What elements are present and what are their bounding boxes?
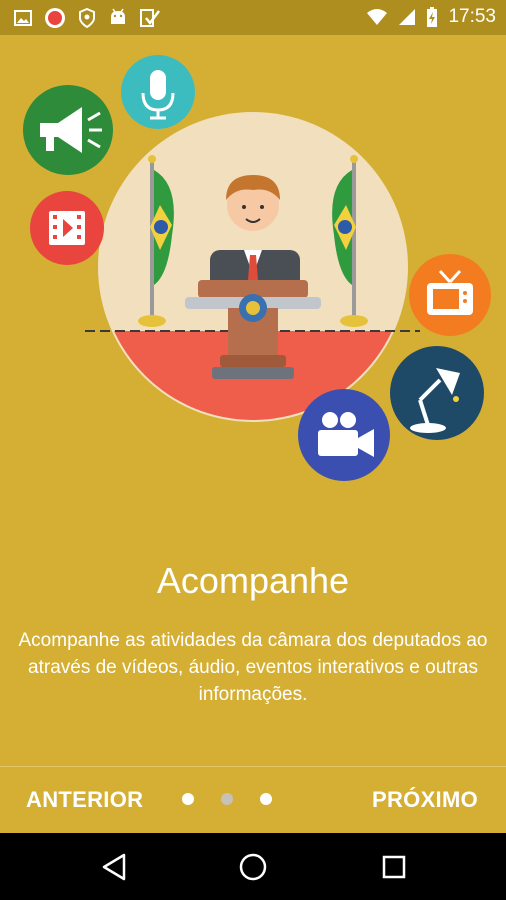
divider: [0, 766, 506, 767]
page-title: Acompanhe: [156, 560, 350, 601]
battery-charging-icon: [427, 7, 438, 27]
screen: 17:53 Acompanhe Acompanhe as atividades …: [0, 0, 506, 900]
home-icon: [239, 853, 267, 881]
notification-icons: [14, 7, 160, 29]
megaphone-icon: [23, 85, 113, 175]
tv-icon: [409, 254, 491, 336]
previous-button[interactable]: ANTERIOR: [26, 787, 143, 813]
speaker-at-podium: [85, 112, 420, 422]
back-button[interactable]: [94, 847, 134, 887]
signal-icon: [399, 9, 416, 25]
movie-camera-icon: [298, 389, 390, 481]
gallery-icon: [14, 10, 32, 26]
back-icon: [102, 853, 126, 881]
app-badge-icon: [45, 8, 65, 28]
page-description: Acompanhe as atividades da câmara dos de…: [18, 630, 488, 705]
page-dot[interactable]: [182, 793, 194, 805]
page-indicator: [182, 793, 272, 805]
status-time: 17:53: [448, 6, 496, 27]
system-icons: 17:53: [366, 6, 496, 28]
check-icon: [140, 9, 160, 27]
system-navigation-bar: [0, 833, 506, 900]
microphone-icon: [121, 55, 195, 129]
home-button[interactable]: [233, 847, 273, 887]
onboarding-illustration: [23, 55, 491, 481]
shield-icon: [79, 8, 95, 28]
page-dot[interactable]: [260, 793, 272, 805]
video-icon: [30, 191, 104, 265]
page-dot-current[interactable]: [221, 793, 233, 805]
android-icon: [111, 8, 125, 24]
lamp-icon: [390, 346, 484, 440]
onboarding-page: Acompanhe Acompanhe as atividades da câm…: [0, 35, 506, 833]
recents-button[interactable]: [374, 847, 414, 887]
next-button[interactable]: PRÓXIMO: [372, 787, 478, 813]
wifi-icon: [367, 9, 388, 25]
status-bar: 17:53: [0, 0, 506, 35]
recents-icon: [382, 855, 406, 879]
